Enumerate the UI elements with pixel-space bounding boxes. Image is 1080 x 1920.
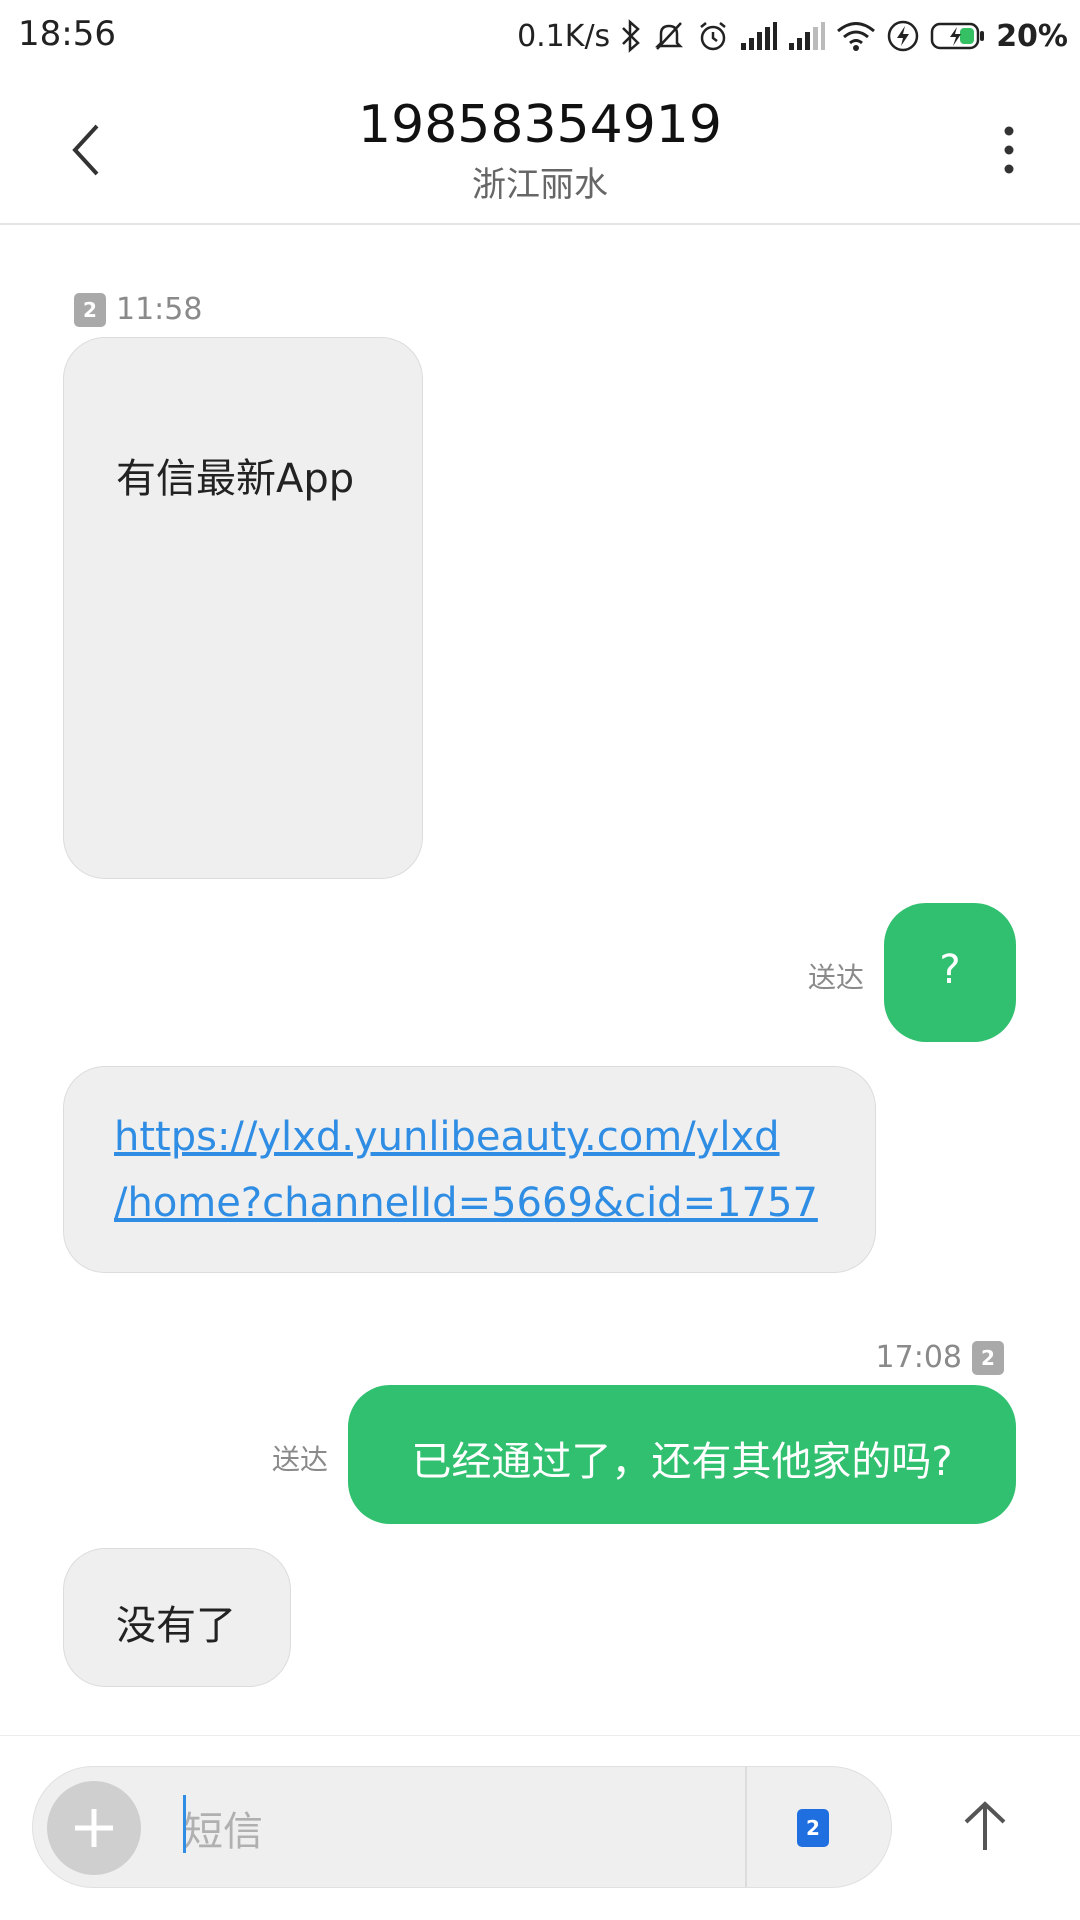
message-text: 已经通过了，还有其他家的吗? xyxy=(411,1439,953,1485)
composer-divider xyxy=(745,1767,747,1887)
message-bubble-outgoing[interactable]: ? xyxy=(884,903,1016,1042)
text-cursor xyxy=(183,1795,186,1853)
message-meta: 2 11:58 xyxy=(74,292,202,327)
message-bubble-incoming[interactable]: https://ylxd.yunlibeauty.com/ylxd /home?… xyxy=(63,1066,876,1273)
contact-number: 19858354919 xyxy=(358,95,722,155)
message-time: 11:58 xyxy=(116,292,203,327)
delivery-status: 送达 xyxy=(272,1443,329,1476)
composer-box: 短信 2 xyxy=(32,1766,892,1888)
message-time: 17:08 xyxy=(875,1340,962,1375)
message-text: ? xyxy=(939,947,961,993)
charging-icon xyxy=(886,19,920,53)
battery-icon xyxy=(930,21,986,51)
message-composer: 短信 2 xyxy=(0,1735,1080,1920)
signal-icon xyxy=(740,21,778,51)
wifi-icon xyxy=(836,20,876,52)
plus-icon xyxy=(75,1809,113,1847)
send-arrow-icon xyxy=(964,1801,1006,1850)
message-bubble-outgoing[interactable]: 已经通过了，还有其他家的吗? xyxy=(348,1385,1016,1524)
delivery-status: 送达 xyxy=(808,961,865,994)
more-vert-icon xyxy=(1004,126,1014,174)
conversation-header: 19858354919 浙江丽水 xyxy=(0,75,1080,225)
sim-select-button[interactable]: 2 xyxy=(797,1809,829,1847)
bluetooth-icon xyxy=(620,19,642,53)
signal-icon xyxy=(788,21,826,51)
status-bar: 18:56 0.1K/s 20% xyxy=(0,0,1080,75)
message-link[interactable]: https://ylxd.yunlibeauty.com/ylxd xyxy=(114,1104,818,1170)
sim-badge: 2 xyxy=(972,1340,1004,1375)
status-icons: 0.1K/s 20% xyxy=(517,14,1068,58)
send-button[interactable] xyxy=(950,1791,1020,1861)
mute-icon xyxy=(652,19,686,53)
network-speed: 0.1K/s xyxy=(517,18,611,54)
message-bubble-incoming[interactable]: 没有了 xyxy=(63,1548,291,1687)
message-text: 没有了 xyxy=(116,1603,236,1649)
add-attachment-button[interactable] xyxy=(47,1781,141,1875)
message-link[interactable]: /home?channelId=5669&cid=1757 xyxy=(114,1170,818,1236)
battery-percent: 20% xyxy=(996,18,1068,54)
status-time: 18:56 xyxy=(18,14,116,54)
alarm-icon xyxy=(696,19,730,53)
sim-badge: 2 xyxy=(74,292,106,327)
message-input[interactable]: 短信 xyxy=(183,1797,743,1859)
more-options-button[interactable] xyxy=(994,120,1024,180)
message-text: 有信最新App xyxy=(116,456,355,502)
contact-location: 浙江丽水 xyxy=(472,165,608,205)
message-bubble-incoming[interactable]: 有信最新App xyxy=(63,337,423,879)
message-meta: 17:08 2 xyxy=(876,1340,1004,1375)
